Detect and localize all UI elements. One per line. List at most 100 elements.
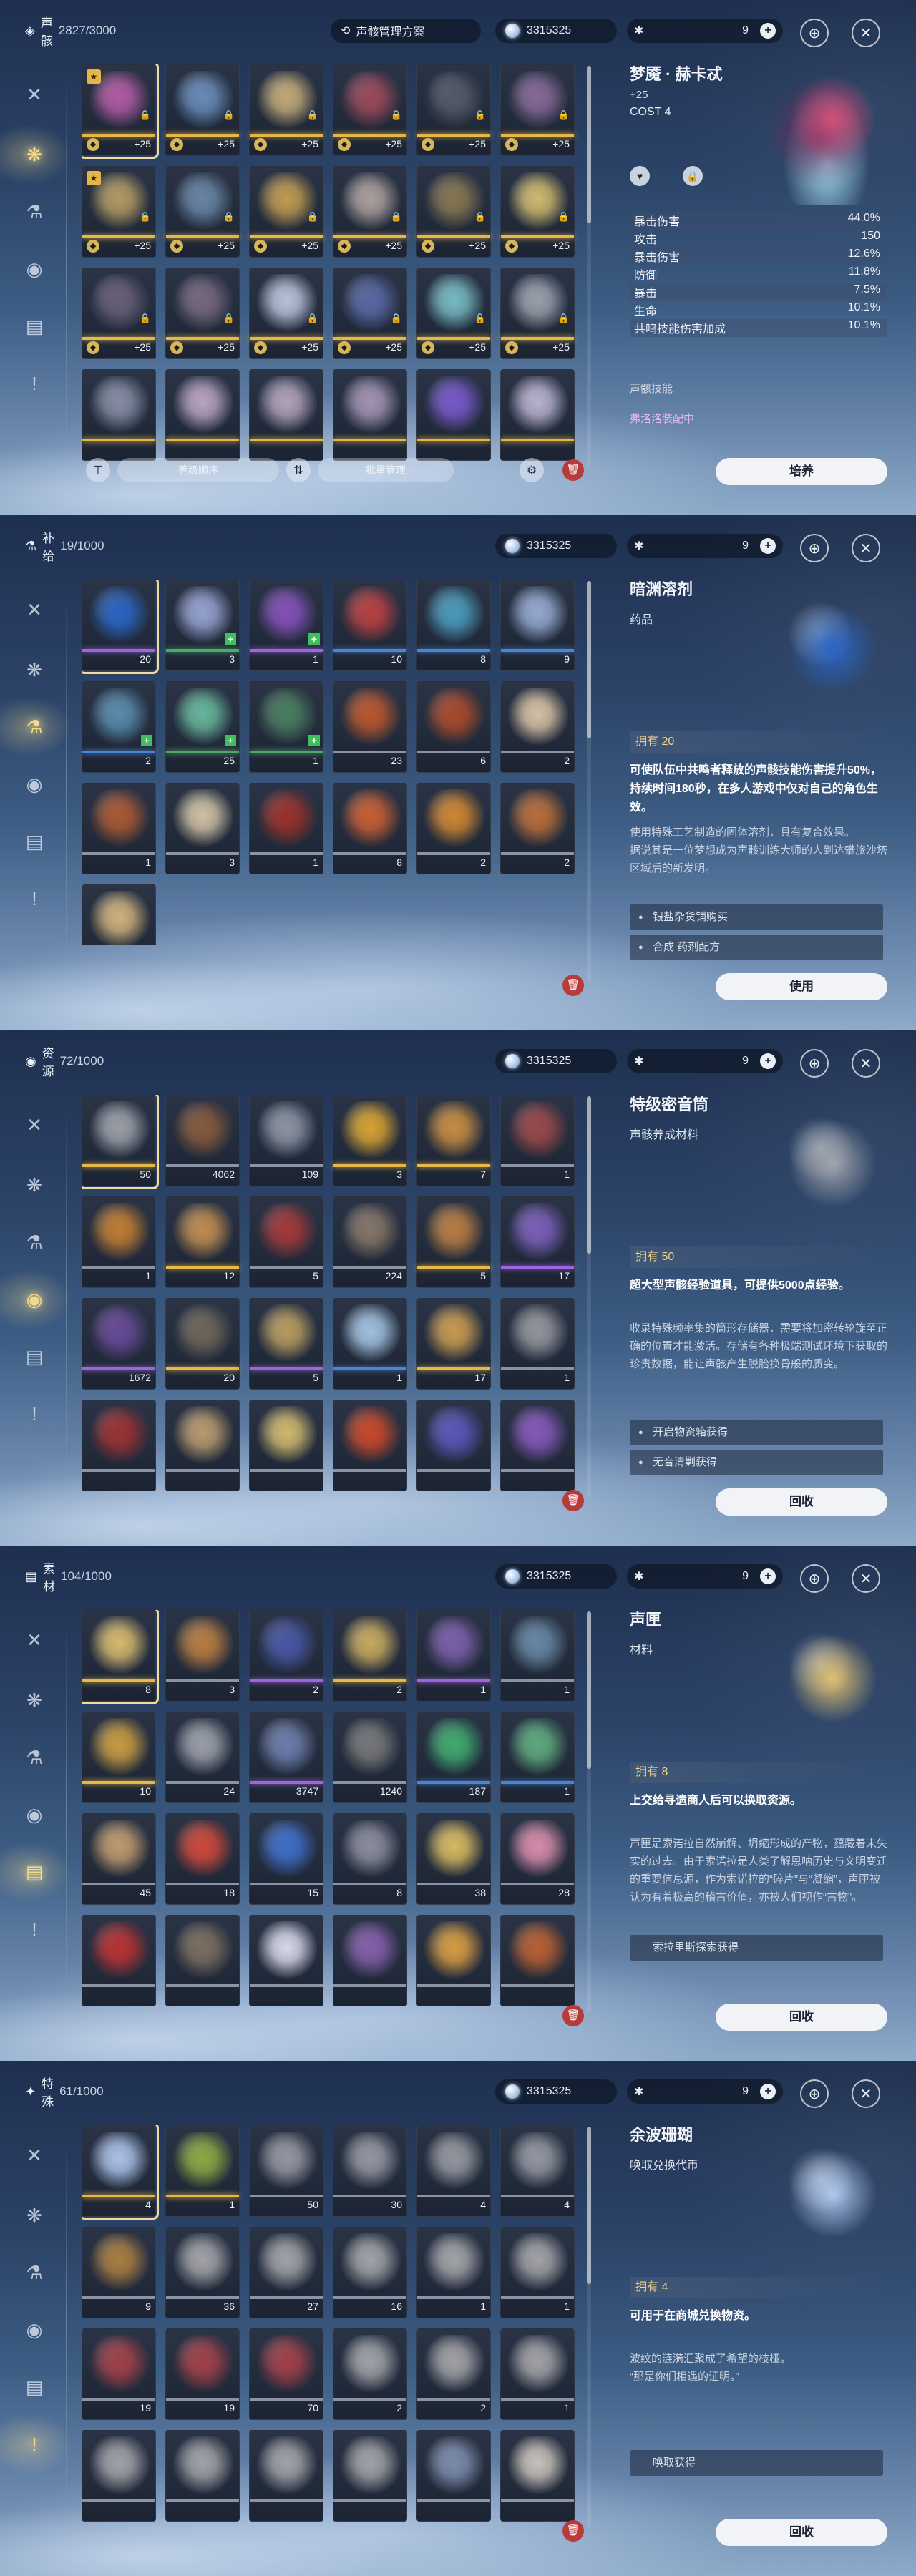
inventory-slot[interactable]: 🔒 ◆ +25 [165, 166, 240, 258]
material-icon[interactable]: ▤ [19, 2371, 50, 2403]
inventory-slot[interactable] [82, 2430, 156, 2522]
special-icon[interactable]: ! [19, 368, 50, 399]
filter-icon[interactable]: ⊤ [86, 458, 110, 482]
inventory-slot[interactable]: ★ 🔒 ◆ +25 [82, 64, 159, 159]
inventory-slot[interactable] [165, 1915, 240, 2006]
inventory-slot[interactable]: 20 [82, 580, 159, 674]
inventory-slot[interactable]: 🔒 ◆ +25 [249, 268, 323, 359]
lock-icon[interactable]: 🔒 [683, 166, 703, 186]
inventory-slot[interactable]: +3 [165, 580, 240, 671]
inventory-slot[interactable]: 1 [333, 1298, 407, 1390]
inventory-slot[interactable]: 2 [333, 2328, 407, 2420]
inventory-slot[interactable]: 15 [249, 1813, 323, 1905]
inventory-slot[interactable]: 6 [416, 681, 491, 773]
inventory-slot[interactable]: 🔒 ◆ +25 [500, 166, 575, 258]
inventory-slot[interactable]: 5 [249, 1196, 323, 1288]
inventory-slot[interactable] [333, 369, 407, 461]
supply-icon[interactable]: ⚗ [19, 1226, 50, 1258]
inventory-slot[interactable]: 24 [165, 1712, 240, 1803]
inventory-slot[interactable]: 10 [82, 1712, 156, 1803]
inventory-slot[interactable] [249, 2430, 323, 2522]
inventory-slot[interactable] [416, 1915, 491, 2006]
inventory-slot[interactable]: 187 [416, 1712, 491, 1803]
material-icon[interactable]: ▤ [19, 1341, 50, 1372]
source-link[interactable]: 开启物资箱获得 [630, 1420, 883, 1445]
inventory-slot[interactable]: 1 [165, 2125, 240, 2217]
inventory-slot[interactable]: 23 [333, 681, 407, 773]
inventory-slot[interactable]: 45 [82, 1813, 156, 1905]
inventory-slot[interactable]: 1 [500, 1712, 575, 1803]
target-icon[interactable]: ⊕ [800, 1564, 829, 1593]
inventory-slot[interactable]: 3 [165, 1610, 240, 1702]
inventory-slot[interactable]: ★ 🔒 ◆ +25 [82, 166, 156, 258]
inventory-slot[interactable] [416, 369, 491, 461]
inventory-slot[interactable]: 🔒 ◆ +25 [249, 166, 323, 258]
swords-icon[interactable]: ✕ [19, 594, 50, 625]
close-icon[interactable]: ✕ [852, 1049, 880, 1078]
inventory-slot[interactable]: 4 [82, 2125, 159, 2220]
inventory-slot[interactable]: 109 [249, 1095, 323, 1186]
inventory-slot[interactable]: 5 [416, 1196, 491, 1288]
close-icon[interactable]: ✕ [852, 1564, 880, 1593]
inventory-slot[interactable]: 12 [165, 1196, 240, 1288]
inventory-slot[interactable]: 10 [333, 580, 407, 671]
inventory-slot[interactable]: 36 [165, 2227, 240, 2318]
inventory-slot[interactable] [165, 2430, 240, 2522]
inventory-slot[interactable] [82, 884, 156, 945]
inventory-slot[interactable]: 224 [333, 1196, 407, 1288]
inventory-slot[interactable] [165, 369, 240, 461]
special-icon[interactable]: ! [19, 1398, 50, 1430]
inventory-slot[interactable]: 🔒 ◆ +25 [249, 64, 323, 156]
inventory-slot[interactable]: 1 [500, 1095, 575, 1186]
inventory-slot[interactable]: 1 [416, 2227, 491, 2318]
inventory-slot[interactable] [500, 1915, 575, 2006]
inventory-slot[interactable]: 1 [416, 1610, 491, 1702]
primary-action-button[interactable]: 使用 [716, 973, 887, 1000]
swords-icon[interactable]: ✕ [19, 2140, 50, 2171]
inventory-slot[interactable]: 🔒 ◆ +25 [333, 166, 407, 258]
resource-icon[interactable]: ◉ [0, 1269, 72, 1330]
inventory-slot[interactable]: 2 [416, 2328, 491, 2420]
inventory-slot[interactable]: 1 [82, 1196, 156, 1288]
inventory-slot[interactable]: 🔒 ◆ +25 [165, 64, 240, 156]
inventory-slot[interactable]: 3 [333, 1095, 407, 1186]
resource-icon[interactable]: ◉ [19, 2314, 50, 2346]
inventory-slot[interactable]: 2 [500, 783, 575, 874]
inventory-slot[interactable]: 2 [416, 783, 491, 874]
inventory-slot[interactable] [333, 1915, 407, 2006]
trash-button[interactable]: 🗑 [562, 975, 584, 996]
special-icon[interactable]: ! [19, 883, 50, 914]
primary-action-button[interactable]: 培养 [716, 458, 887, 485]
scrollbar-thumb[interactable] [587, 581, 591, 738]
resource-icon[interactable]: ◉ [19, 769, 50, 800]
echo-icon[interactable]: ❋ [19, 1684, 50, 1716]
inventory-slot[interactable]: 9 [82, 2227, 156, 2318]
inventory-slot[interactable]: 🔒 ◆ +25 [500, 64, 575, 156]
inventory-slot[interactable]: 8 [333, 783, 407, 874]
inventory-slot[interactable]: 3747 [249, 1712, 323, 1803]
scrollbar[interactable] [587, 2127, 591, 2527]
echo-icon[interactable]: ❋ [19, 2200, 50, 2231]
material-icon[interactable]: ▤ [0, 1842, 72, 1902]
source-link[interactable]: 合成 药剂配方 [630, 935, 883, 960]
inventory-slot[interactable]: 🔒 ◆ +25 [416, 268, 491, 359]
scrollbar[interactable] [587, 1611, 591, 2012]
inventory-slot[interactable]: 19 [165, 2328, 240, 2420]
target-icon[interactable]: ⊕ [800, 19, 829, 47]
scrollbar-thumb[interactable] [587, 2127, 591, 2284]
close-icon[interactable]: ✕ [852, 19, 880, 47]
inventory-slot[interactable]: 19 [82, 2328, 156, 2420]
scrollbar[interactable] [587, 66, 591, 467]
target-icon[interactable]: ⊕ [800, 2079, 829, 2108]
inventory-slot[interactable]: 8 [416, 580, 491, 671]
source-link[interactable]: 无音清剿获得 [630, 1450, 883, 1475]
supply-icon[interactable]: ⚗ [19, 1742, 50, 1773]
swords-icon[interactable]: ✕ [19, 1109, 50, 1141]
inventory-slot[interactable] [500, 369, 575, 461]
inventory-slot[interactable]: 4 [500, 2125, 575, 2217]
inventory-slot[interactable]: 17 [500, 1196, 575, 1288]
inventory-slot[interactable]: +25 [165, 681, 240, 773]
inventory-slot[interactable]: 27 [249, 2227, 323, 2318]
inventory-slot[interactable]: 1 [500, 2328, 575, 2420]
echo-icon[interactable]: ❋ [19, 654, 50, 686]
